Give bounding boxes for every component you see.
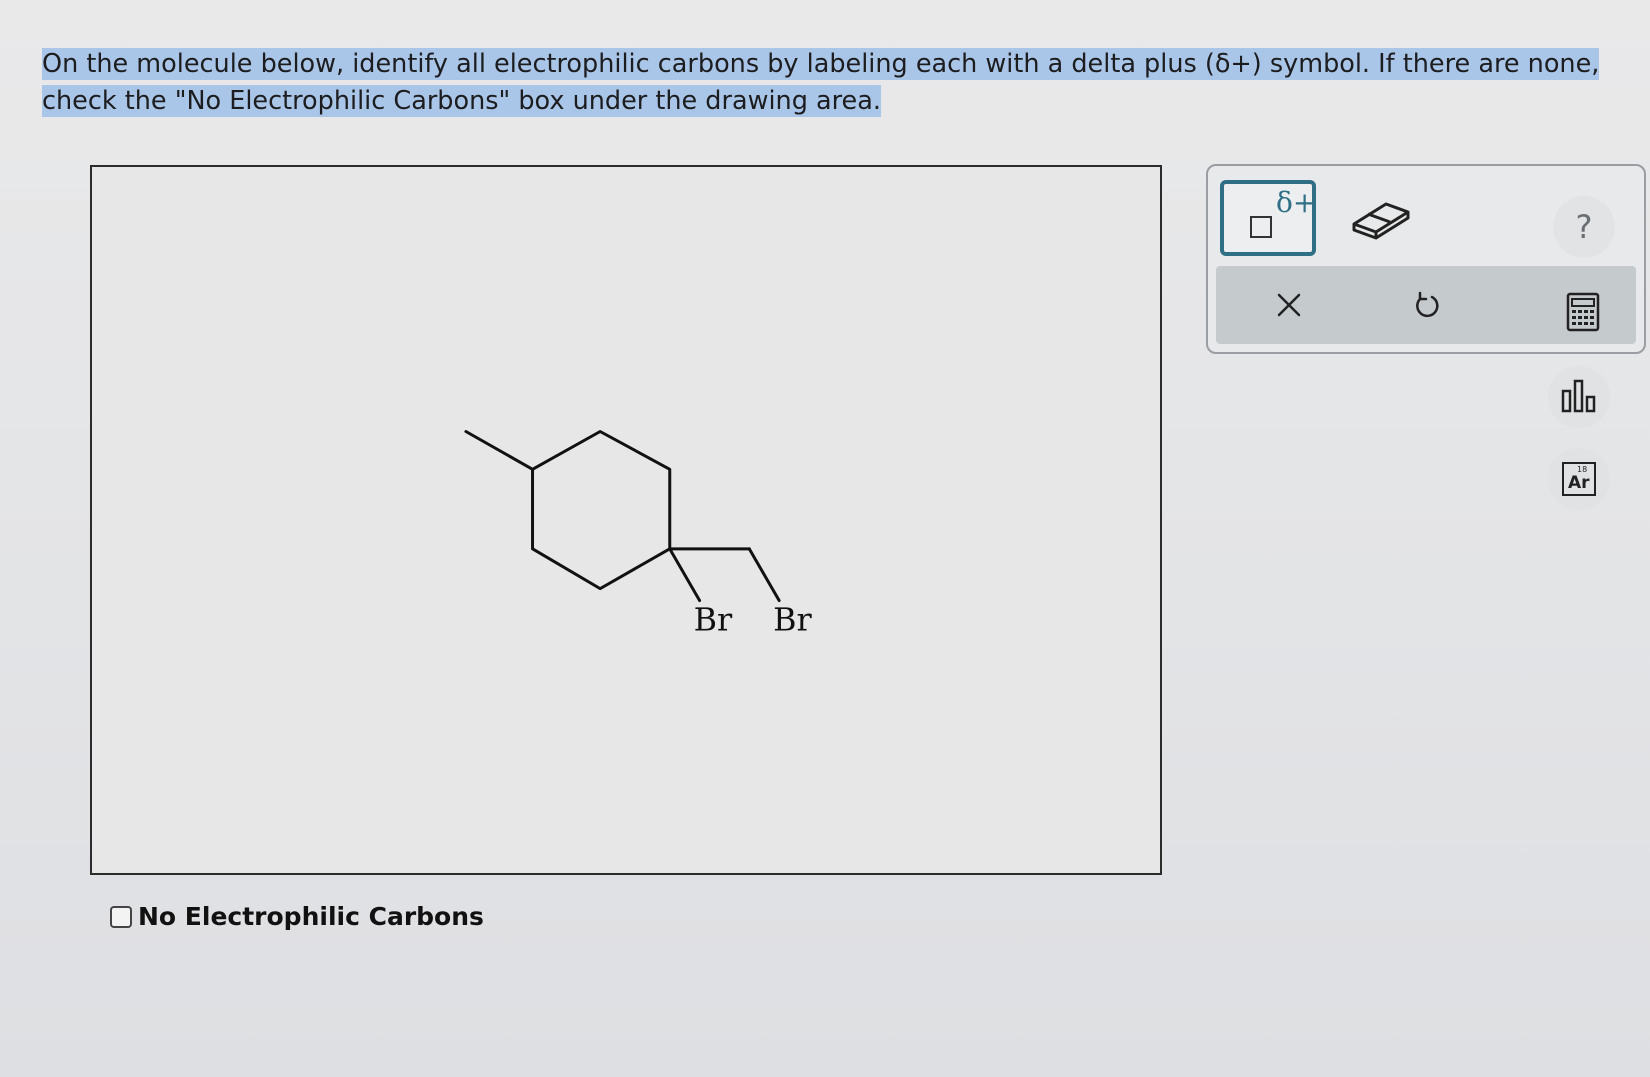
bond-ch2-br bbox=[747, 547, 781, 603]
calculator-icon bbox=[1566, 292, 1600, 332]
bar-chart-icon bbox=[1561, 379, 1596, 413]
periodic-table-symbol: Ar bbox=[1568, 473, 1590, 493]
clear-button[interactable] bbox=[1254, 266, 1324, 344]
atom-placeholder-icon bbox=[1250, 216, 1272, 238]
periodic-table-button[interactable]: 18 Ar bbox=[1548, 448, 1610, 510]
undo-button[interactable] bbox=[1391, 266, 1461, 344]
molecule-drawing[interactable]: Br Br bbox=[92, 167, 1160, 873]
undo-icon bbox=[1416, 291, 1439, 318]
instructions-highlight: On the molecule below, identify all elec… bbox=[42, 48, 1600, 117]
eraser-icon bbox=[1352, 202, 1410, 240]
drawing-area[interactable]: Br Br bbox=[90, 165, 1162, 875]
help-button[interactable]: ? bbox=[1553, 196, 1615, 258]
cyclohexane-ring bbox=[531, 430, 672, 591]
no-electrophilic-carbons-checkbox[interactable] bbox=[110, 905, 132, 928]
bond-methyl bbox=[464, 430, 535, 471]
periodic-table-icon: 18 Ar bbox=[1562, 462, 1596, 496]
delta-plus-label: δ+ bbox=[1276, 186, 1317, 219]
checkbox-label: No Electrophilic Carbons bbox=[138, 902, 484, 931]
instructions-text: On the molecule below, identify all elec… bbox=[42, 46, 1622, 120]
calculator-button[interactable] bbox=[1560, 290, 1604, 334]
close-icon bbox=[1277, 293, 1301, 317]
bond-ring-br bbox=[668, 547, 702, 603]
atom-label-br-2[interactable]: Br bbox=[773, 600, 812, 638]
chart-button[interactable] bbox=[1548, 366, 1610, 428]
delta-plus-tool-button[interactable]: δ+ bbox=[1220, 180, 1316, 256]
atom-label-br-1[interactable]: Br bbox=[694, 600, 733, 638]
no-electrophilic-carbons-option[interactable]: No Electrophilic Carbons bbox=[110, 902, 484, 931]
eraser-button[interactable] bbox=[1346, 192, 1416, 242]
